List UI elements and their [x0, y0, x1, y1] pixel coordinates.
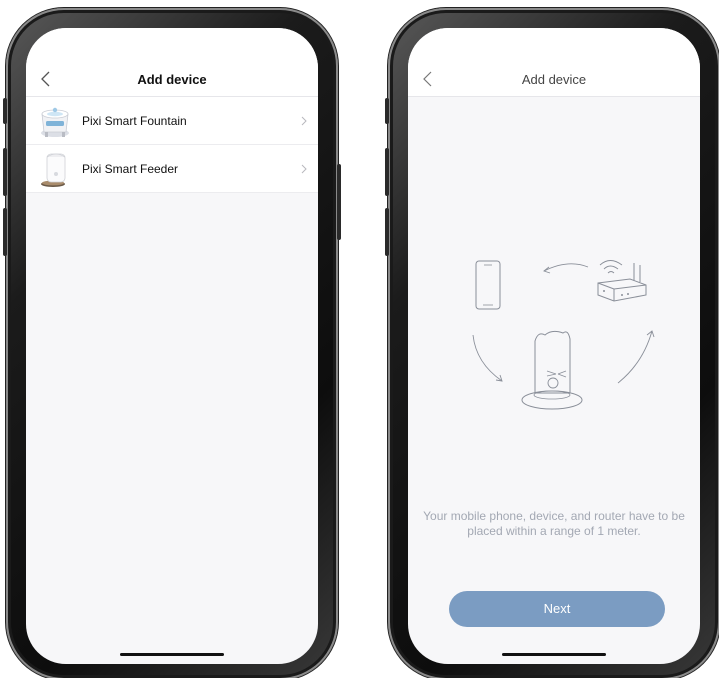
chevron-right-icon [301, 116, 307, 126]
nav-bar: Add device [26, 28, 318, 97]
add-device-instruction-screen: Add device Your mobile phone, device, an… [408, 28, 700, 664]
volume-up-button [3, 148, 7, 196]
next-button[interactable]: Next [449, 591, 665, 627]
mute-switch [3, 98, 7, 124]
volume-down-button [3, 208, 7, 256]
page-title: Add device [521, 72, 587, 87]
page-title: Add device [137, 72, 207, 87]
add-device-list-screen: Add device Pixi Smart Fountain Pixi Smar… [26, 28, 318, 664]
phone-frame-left: Add device Pixi Smart Fountain Pixi Smar… [3, 8, 341, 678]
phone-frame-right: Add device Your mobile phone, device, an… [385, 8, 719, 678]
feeder-product-image [41, 153, 66, 187]
list-item-fountain[interactable]: Pixi Smart Fountain [26, 97, 318, 145]
device-list: Pixi Smart Fountain Pixi Smart Feeder [26, 97, 318, 193]
instruction-text: Your mobile phone, device, and router ha… [423, 509, 685, 538]
router-icon [597, 260, 647, 302]
power-button [337, 164, 341, 240]
mute-switch [385, 98, 389, 124]
pairing-illustration [472, 260, 655, 410]
home-indicator[interactable] [120, 653, 224, 656]
nav-bar: Add device [408, 28, 700, 97]
chevron-right-icon [301, 164, 307, 174]
list-item-label: Pixi Smart Fountain [82, 114, 187, 128]
feeder-icon [521, 330, 583, 410]
volume-down-button [385, 208, 389, 256]
phone-icon [475, 260, 501, 310]
list-item-feeder[interactable]: Pixi Smart Feeder [26, 145, 318, 193]
list-item-label: Pixi Smart Feeder [82, 162, 179, 176]
two-phone-mockup: Add device Pixi Smart Fountain Pixi Smar… [0, 0, 719, 678]
volume-up-button [385, 148, 389, 196]
home-indicator[interactable] [502, 653, 606, 656]
fountain-product-image [41, 107, 69, 137]
